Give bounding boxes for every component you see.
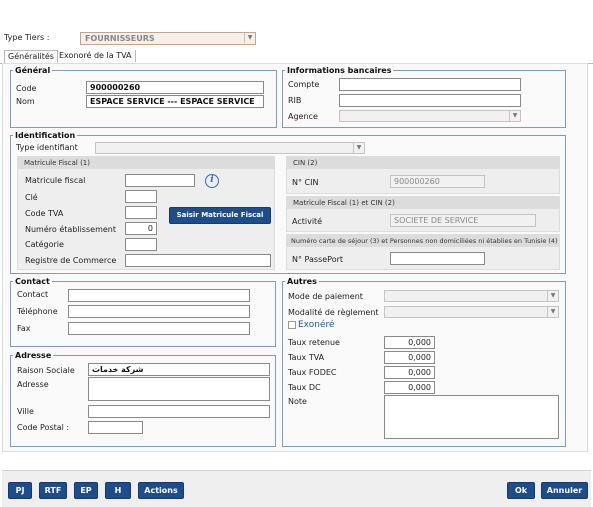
chevron-down-icon[interactable]: ▼ [547, 307, 558, 317]
passeport-input[interactable] [390, 252, 485, 265]
tab-exonore-tva[interactable]: Exonoré de la TVA [56, 50, 136, 62]
telephone-label: Téléphone [17, 307, 58, 316]
chevron-down-icon[interactable]: ▼ [244, 33, 255, 43]
chevron-down-icon[interactable]: ▼ [547, 291, 558, 301]
fax-label: Fax [17, 324, 31, 333]
registre-input[interactable] [125, 254, 271, 267]
fax-input[interactable] [68, 322, 250, 335]
mf-cin-header: Matricule Fiscal (1) et CIN (2) [287, 197, 559, 209]
mf-header: Matricule Fiscal (1) [18, 157, 274, 169]
type-tiers-label: Type Tiers : [4, 33, 50, 42]
num-etab-label: Numéro établissement [25, 225, 116, 234]
taux-tva-label: Taux TVA [288, 353, 325, 362]
type-identifiant-label: Type identifiant [16, 143, 78, 152]
taux-retenue-input[interactable]: 0,000 [384, 336, 435, 349]
type-tiers-select[interactable]: FOURNISSEURS ▼ [80, 32, 256, 45]
taux-fodec-input[interactable]: 0,000 [384, 366, 435, 379]
exonere-checkbox[interactable] [288, 321, 296, 329]
contact-label: Contact [17, 290, 49, 299]
note-textarea[interactable] [384, 395, 559, 439]
autres-title: Autres [287, 277, 317, 286]
raison-sociale-input[interactable]: شركة خدمات [88, 363, 270, 376]
rib-input[interactable] [339, 94, 521, 107]
type-identifiant-select[interactable]: ▼ [95, 142, 365, 154]
taux-retenue-label: Taux retenue [288, 338, 340, 347]
taux-fodec-label: Taux FODEC [288, 368, 337, 377]
contact-title: Contact [15, 277, 50, 286]
mf-label: Matricule fiscal [25, 176, 86, 185]
code-postal-input[interactable] [88, 421, 143, 434]
categorie-label: Catégorie [25, 240, 64, 249]
activite-input[interactable]: SOCIETE DE SERVICE [390, 214, 536, 227]
identification-title: Identification [15, 131, 76, 140]
ok-button[interactable]: Ok [507, 482, 535, 499]
compte-label: Compte [288, 80, 320, 89]
chevron-down-icon[interactable]: ▼ [353, 143, 364, 153]
rtf-button[interactable]: RTF [39, 482, 67, 499]
code-tva-input[interactable] [125, 206, 157, 219]
note-label: Note [288, 397, 307, 406]
modalite-label: Modalité de règlement [288, 308, 379, 317]
bank-title: Informations bancaires [287, 66, 392, 75]
rib-label: RIB [288, 96, 302, 105]
contact-input[interactable] [68, 289, 250, 302]
nom-label: Nom [16, 97, 35, 106]
ville-label: Ville [17, 407, 34, 416]
saisir-mf-button[interactable]: Saisir Matricule Fiscal [169, 207, 271, 224]
exonere-label: Exonéré [298, 320, 335, 330]
h-button[interactable]: H [105, 482, 131, 499]
annuler-button[interactable]: Annuler [541, 482, 588, 499]
telephone-input[interactable] [68, 305, 250, 318]
cin-input[interactable]: 900000260 [390, 175, 485, 188]
num-etab-input[interactable]: 0 [125, 222, 157, 235]
registre-label: Registre de Commerce [25, 256, 117, 265]
cle-label: Clé [25, 193, 38, 202]
activite-label: Activité [292, 217, 323, 226]
raison-sociale-label: Raison Sociale [17, 366, 75, 375]
nom-input[interactable]: ESPACE SERVICE --- ESPACE SERVICE [86, 95, 264, 108]
code-tva-label: Code TVA [25, 209, 64, 218]
compte-input[interactable] [339, 78, 521, 91]
adresse-input[interactable] [88, 377, 270, 401]
ville-input[interactable] [88, 405, 270, 418]
taux-dc-label: Taux DC [288, 383, 321, 392]
code-input[interactable]: 900000260 [86, 81, 264, 94]
cin-label: N° CIN [292, 178, 319, 187]
modalite-select[interactable]: ▼ [384, 306, 559, 318]
ep-button[interactable]: EP [74, 482, 98, 499]
mode-paiement-label: Mode de paiement [288, 292, 363, 301]
general-title: Général [15, 66, 51, 75]
adresse-title: Adresse [15, 351, 52, 360]
cle-input[interactable] [125, 190, 157, 203]
agence-select[interactable]: ▼ [339, 110, 521, 122]
chevron-down-icon[interactable]: ▼ [509, 111, 520, 121]
info-icon[interactable]: i [205, 174, 219, 188]
adresse-label: Adresse [17, 380, 49, 389]
code-label: Code [16, 84, 37, 93]
mode-paiement-select[interactable]: ▼ [384, 290, 559, 302]
type-tiers-value: FOURNISSEURS [85, 34, 155, 43]
agence-label: Agence [288, 112, 318, 121]
code-postal-label: Code Postal : [17, 423, 70, 432]
passeport-label: N° PassePort [292, 255, 344, 264]
tab-generalites[interactable]: Généralités [4, 50, 58, 64]
mf-input[interactable] [125, 174, 195, 187]
pj-button[interactable]: PJ [8, 482, 32, 499]
taux-dc-input[interactable]: 0,000 [384, 381, 435, 394]
actions-button[interactable]: Actions [138, 482, 184, 499]
cin-header: CIN (2) [287, 157, 559, 169]
carte-sejour-header: Numéro carte de séjour (3) et Personnes … [287, 235, 559, 247]
taux-tva-input[interactable]: 0,000 [384, 351, 435, 364]
categorie-input[interactable] [125, 238, 157, 251]
